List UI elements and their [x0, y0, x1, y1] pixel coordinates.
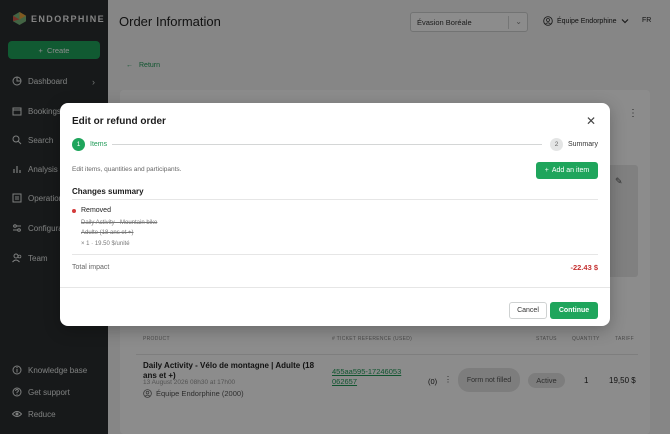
modal-description: Edit items, quantities and participants. [72, 166, 182, 173]
removed-item-quantity: × 1 · 19.50 $/unité [81, 241, 130, 247]
step-2-indicator: 2 [550, 138, 563, 151]
removed-label: Removed [81, 207, 111, 214]
modal-title: Edit or refund order [72, 116, 166, 127]
step-1-indicator: 1 [72, 138, 85, 151]
add-item-label: Add an item [551, 167, 590, 174]
cancel-button[interactable]: Cancel [509, 302, 547, 319]
changes-summary-title: Changes summary [72, 187, 144, 196]
add-item-button[interactable]: + Add an item [536, 162, 598, 179]
stepper-line [112, 144, 542, 145]
changes-summary-box [72, 199, 598, 255]
total-impact-label: Total impact [72, 264, 110, 271]
continue-button[interactable]: Continue [550, 302, 598, 319]
step-1-label: Items [90, 141, 108, 148]
close-icon[interactable]: ✕ [586, 115, 596, 127]
removed-item-name: Daily Activity · Mountain bike [81, 220, 158, 226]
removed-indicator-dot [72, 209, 76, 213]
removed-item-variant: Adulte (18 ans et +) [81, 230, 134, 236]
plus-icon: + [544, 167, 549, 174]
total-impact-value: -22.43 $ [570, 263, 598, 272]
modal-footer-divider [60, 287, 610, 288]
step-2-label: Summary [568, 141, 598, 148]
edit-refund-modal: Edit or refund order ✕ 1 Items 2 Summary… [60, 103, 610, 326]
